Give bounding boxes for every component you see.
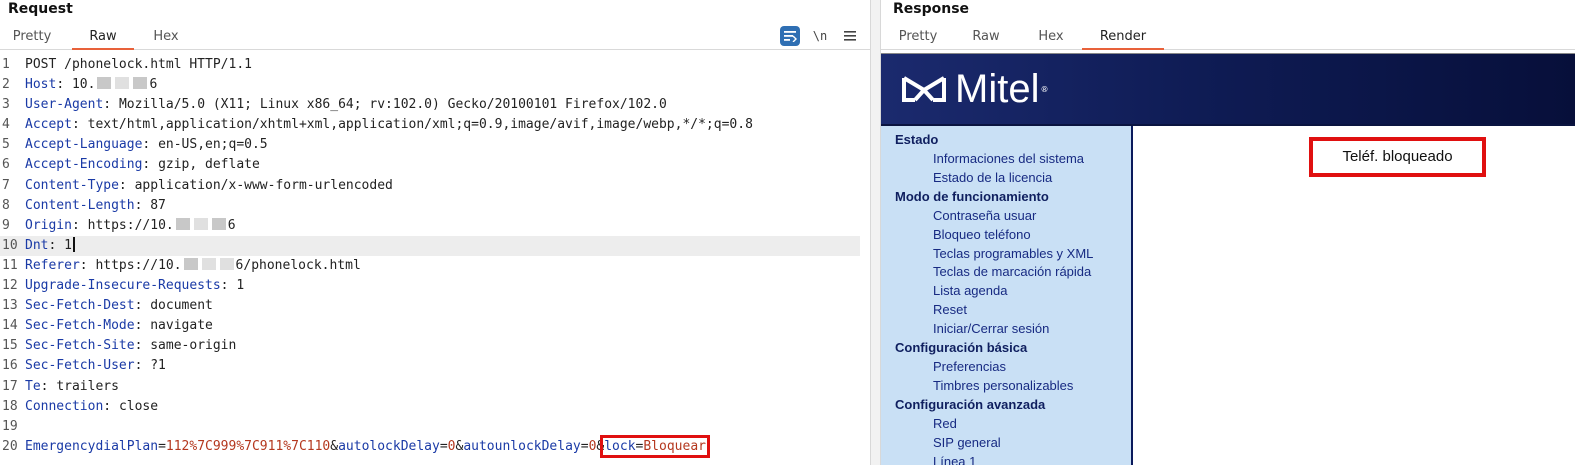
redaction-block bbox=[193, 217, 208, 230]
tab-raw[interactable]: Raw bbox=[961, 26, 1011, 50]
hamburger-icon[interactable] bbox=[840, 26, 860, 46]
menu-item[interactable]: Teclas de marcación rápida bbox=[881, 263, 1131, 282]
request-toolbar: \n bbox=[780, 25, 860, 47]
menu-item[interactable]: Timbres personalizables bbox=[881, 377, 1131, 396]
redaction-block bbox=[133, 77, 148, 90]
rendered-response: Mitel ® Estado Informaciones del sistema … bbox=[881, 53, 1575, 465]
menu-item[interactable]: Lista agenda bbox=[881, 282, 1131, 301]
menu-item[interactable]: Estado de la licencia bbox=[881, 169, 1131, 188]
header-line: 11 Referer: https://10. 6/phonelock.html bbox=[2, 257, 361, 273]
response-tabs: Pretty Raw Hex Render bbox=[881, 26, 1575, 50]
menu-section-modo: Modo de funcionamiento bbox=[895, 188, 1049, 204]
header-line: 17 Te: trailers bbox=[2, 378, 119, 394]
render-content: Teléf. bloqueado bbox=[1135, 126, 1575, 465]
request-line: 1 POST /phonelock.html HTTP/1.1 bbox=[2, 57, 252, 72]
menu-item[interactable]: SIP general bbox=[881, 434, 1131, 453]
header-line: 5 Accept-Language: en-US,en;q=0.5 bbox=[2, 137, 268, 153]
tab-pretty[interactable]: Pretty bbox=[889, 26, 947, 50]
header-line: 6 Accept-Encoding: gzip, deflate bbox=[2, 157, 260, 173]
raw-request-editor[interactable]: 1 POST /phonelock.html HTTP/1.1 2 Host: 10… bbox=[0, 55, 870, 465]
header-line: 18 Connection: close bbox=[2, 398, 159, 414]
menu-item[interactable]: Teclas programables y XML bbox=[881, 245, 1131, 264]
newline-toggle-button[interactable]: \n bbox=[810, 26, 830, 46]
redaction-block bbox=[211, 217, 226, 230]
phone-locked-status: Teléf. bloqueado bbox=[1309, 137, 1486, 177]
redaction-block bbox=[183, 257, 198, 270]
blank-line: 19 bbox=[2, 418, 18, 434]
header-line: 15 Sec-Fetch-Site: same-origin bbox=[2, 338, 237, 354]
header-line: 9 Origin: https://10. 6 bbox=[2, 217, 236, 233]
header-line: 16 Sec-Fetch-User: ?1 bbox=[2, 358, 166, 374]
menu-item[interactable]: Informaciones del sistema bbox=[881, 150, 1131, 169]
menu-item[interactable]: Contraseña usuar bbox=[881, 207, 1131, 226]
lock-param-highlight: lock=Bloquear bbox=[600, 434, 710, 458]
redaction-block bbox=[115, 77, 130, 90]
mitel-logo-icon bbox=[902, 76, 946, 102]
menu-item[interactable]: Red bbox=[881, 415, 1131, 434]
request-pane: Request Pretty Raw Hex \n 1 POST /phonelo… bbox=[0, 0, 870, 465]
menu-section-basica: Configuración básica bbox=[895, 340, 1028, 356]
tab-render[interactable]: Render bbox=[1082, 26, 1164, 50]
redaction-block bbox=[201, 257, 216, 270]
registered-mark: ® bbox=[1040, 84, 1049, 94]
tab-hex[interactable]: Hex bbox=[1026, 26, 1076, 50]
mitel-web-menu: Estado Informaciones del sistema Estado … bbox=[881, 126, 1133, 465]
mitel-wordmark: Mitel bbox=[955, 66, 1040, 111]
menu-item[interactable]: Preferencias bbox=[881, 358, 1131, 377]
header-line: 8 Content-Length: 87 bbox=[2, 197, 166, 213]
menu-item-phone-lock[interactable]: Bloqueo teléfono bbox=[881, 226, 1131, 245]
text-cursor bbox=[72, 236, 75, 252]
tab-pretty[interactable]: Pretty bbox=[4, 26, 60, 50]
menu-item[interactable]: Línea 1 bbox=[881, 453, 1131, 465]
request-tabs: Pretty Raw Hex bbox=[0, 26, 870, 50]
request-body-line: 20 EmergencydialPlan=112%7C999%7C911%7C11… bbox=[2, 434, 710, 458]
response-pane: Response Pretty Raw Hex Render Mitel ® Es… bbox=[881, 0, 1575, 465]
header-line: 3 User-Agent: Mozilla/5.0 (X11; Linux x86… bbox=[2, 97, 667, 113]
menu-section-estado: Estado bbox=[895, 132, 939, 147]
menu-item[interactable]: Iniciar/Cerrar sesión bbox=[881, 320, 1131, 339]
redaction-block bbox=[97, 77, 112, 90]
tab-hex[interactable]: Hex bbox=[140, 26, 192, 50]
header-line: 13 Sec-Fetch-Dest: document bbox=[2, 298, 213, 314]
redaction-block bbox=[175, 217, 190, 230]
header-line-current: 10 Dnt: 1 bbox=[0, 235, 860, 256]
mitel-header-banner: Mitel ® bbox=[881, 54, 1575, 126]
redaction-block bbox=[219, 257, 234, 270]
response-title: Response bbox=[893, 1, 970, 17]
tab-raw[interactable]: Raw bbox=[72, 26, 134, 50]
pane-splitter[interactable] bbox=[870, 0, 881, 465]
header-line: 12 Upgrade-Insecure-Requests: 1 bbox=[2, 278, 245, 294]
menu-item[interactable]: Reset bbox=[881, 301, 1131, 320]
message-edit-icon[interactable] bbox=[780, 26, 800, 46]
header-line: 14 Sec-Fetch-Mode: navigate bbox=[2, 318, 213, 334]
request-title: Request bbox=[8, 1, 73, 17]
header-line: 7 Content-Type: application/x-www-form-ur… bbox=[2, 177, 393, 193]
header-line: 4 Accept: text/html,application/xhtml+xml… bbox=[2, 117, 753, 133]
mitel-logo: Mitel ® bbox=[901, 66, 1048, 112]
header-line: 2 Host: 10. 6 bbox=[2, 77, 158, 93]
menu-section-avanzada: Configuración avanzada bbox=[895, 396, 1046, 412]
